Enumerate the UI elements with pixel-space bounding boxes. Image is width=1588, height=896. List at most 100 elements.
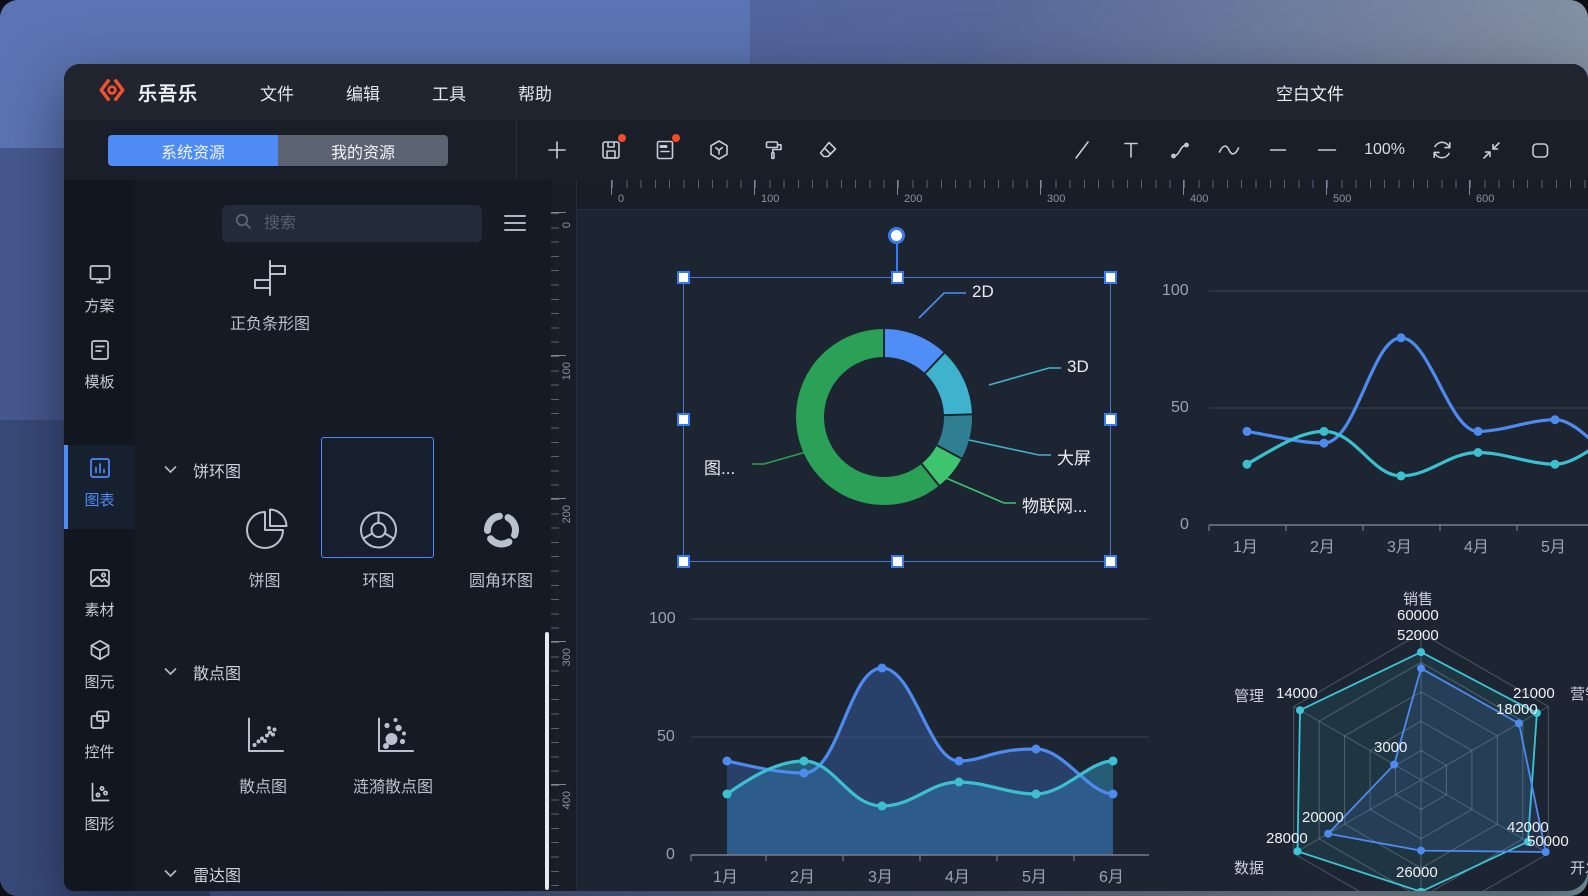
radar-axis-data: 数据	[1234, 857, 1264, 878]
monitor-icon	[88, 262, 112, 291]
menu-list: 文件 编辑 工具 帮助	[260, 80, 552, 105]
sidebar-item-template[interactable]: 模板	[64, 338, 135, 400]
eraser-button[interactable]	[815, 138, 839, 162]
toolbar-right: 100%	[1070, 120, 1552, 180]
sidebar-item-elements[interactable]: 图元	[64, 638, 135, 700]
frame-icon[interactable]	[1528, 138, 1552, 162]
line-tool-button[interactable]	[1266, 138, 1290, 162]
section-title: 雷达图	[193, 862, 241, 886]
chart-item-label: 涟漪散点图	[353, 773, 433, 797]
ruler-label: 300	[561, 648, 573, 666]
text-tool-button[interactable]	[1119, 138, 1143, 162]
sidebar-item-materials[interactable]: 素材	[64, 566, 135, 628]
radar-value: 28000	[1266, 830, 1308, 847]
x-tick: 3月	[868, 863, 893, 887]
list-view-icon[interactable]	[504, 214, 526, 232]
radar-value: 52000	[1397, 627, 1439, 644]
sidebar-item-plan[interactable]: 方案	[64, 262, 135, 324]
donut-label-2d: 2D	[972, 282, 994, 302]
menu-tools[interactable]: 工具	[432, 80, 466, 105]
donut-chart[interactable]: 2D 3D 大屏 物联网... 图...	[676, 270, 1116, 570]
resource-tabs: 系统资源 我的资源	[108, 135, 448, 166]
rail-label: 图元	[84, 671, 114, 692]
chart-item-donut[interactable]: 环图	[355, 506, 402, 591]
section-title: 散点图	[193, 660, 241, 684]
radar-value: 3000	[1374, 739, 1407, 756]
rail-label: 控件	[84, 741, 114, 762]
rail-label: 模板	[84, 371, 114, 392]
panel-scrollbar[interactable]	[545, 632, 549, 890]
radar-axis-marketing: 营销	[1570, 683, 1588, 704]
donut-label-tu: 图...	[704, 454, 735, 479]
rail-label: 素材	[84, 599, 114, 620]
y-tick: 100	[1162, 282, 1189, 300]
add-button[interactable]	[545, 138, 569, 162]
subheader: 系统资源 我的资源	[64, 120, 1588, 180]
save-notification-dot	[618, 134, 626, 142]
menubar: 乐吾乐 文件 编辑 工具 帮助 空白文件	[64, 64, 1588, 120]
scatter-axis-icon	[88, 780, 112, 809]
chart-item-rounded-donut[interactable]: 圆角环图	[469, 506, 533, 591]
x-tick: 5月	[1541, 533, 1566, 557]
chart-item-label: 饼图	[248, 567, 280, 591]
search-box	[222, 205, 482, 242]
chart-item-ripple-scatter[interactable]: 涟漪散点图	[353, 712, 433, 797]
sidebar-item-graphics[interactable]: 图形	[64, 780, 135, 842]
document-title: 空白文件	[1276, 80, 1344, 105]
search-input[interactable]	[262, 214, 452, 234]
rail-label: 图表	[84, 489, 114, 510]
fit-screen-icon[interactable]	[1479, 138, 1503, 162]
x-tick: 1月	[713, 863, 738, 887]
rotate-handle[interactable]	[888, 227, 905, 244]
toolbar-left	[516, 120, 839, 180]
menu-file[interactable]: 文件	[260, 80, 294, 105]
ruler-label: 200	[904, 193, 922, 205]
save-button[interactable]	[599, 138, 623, 162]
rail-label: 方案	[84, 295, 114, 316]
ruler-label: 400	[561, 791, 573, 809]
chart-item-scatter[interactable]: 散点图	[239, 712, 287, 797]
connector-tool-button[interactable]	[1168, 138, 1192, 162]
hexagon-tool-button[interactable]	[707, 138, 731, 162]
horizontal-ruler: 0 100 200 300 400 500 600 700	[551, 180, 1588, 210]
pen-line-button[interactable]	[1070, 138, 1094, 162]
template-icon	[88, 338, 112, 367]
donut-label-bigscreen: 大屏	[1057, 444, 1091, 469]
radar-value: 21000	[1513, 685, 1555, 702]
ruler-label: 600	[1476, 193, 1494, 205]
chart-item-pie[interactable]: 饼图	[241, 506, 288, 591]
chevron-down-icon	[164, 663, 177, 681]
area-chart[interactable]: 100 50 0 1月 2月 3月 4月 5月 6月	[649, 595, 1149, 891]
chart-item-label: 环图	[362, 567, 394, 591]
x-tick: 2月	[790, 863, 815, 887]
chart-item-posneg-bar[interactable]: 正负条形图	[230, 260, 310, 334]
line-chart[interactable]: 100 50 0 1月 2月 3月 4月 5月 6月	[1154, 265, 1588, 565]
y-tick: 0	[666, 846, 675, 864]
donut-label-3d: 3D	[1067, 357, 1089, 377]
radar-chart[interactable]: 销售 60000 52000 管理 14000 21000 营销 18000 3…	[1214, 580, 1588, 891]
section-pie-donut[interactable]: 饼环图	[164, 458, 241, 482]
tab-system-resources[interactable]: 系统资源	[108, 135, 278, 166]
x-tick: 1月	[1233, 533, 1258, 557]
section-radar[interactable]: 雷达图	[164, 862, 241, 886]
menu-help[interactable]: 帮助	[518, 80, 552, 105]
y-tick: 0	[1180, 516, 1189, 534]
zoom-level[interactable]: 100%	[1364, 141, 1405, 159]
file-panel-button[interactable]	[653, 138, 677, 162]
menu-edit[interactable]: 编辑	[346, 80, 380, 105]
tab-my-resources[interactable]: 我的资源	[278, 135, 448, 166]
chevron-down-icon	[164, 461, 177, 479]
sidebar-item-charts[interactable]: 图表	[64, 456, 135, 518]
brand-name: 乐吾乐	[138, 79, 198, 106]
refresh-icon[interactable]	[1430, 138, 1454, 162]
sidebar-item-controls[interactable]: 控件	[64, 708, 135, 770]
section-scatter[interactable]: 散点图	[164, 660, 241, 684]
dash-tool-button[interactable]	[1315, 138, 1339, 162]
curve-tool-button[interactable]	[1217, 138, 1241, 162]
paint-roller-button[interactable]	[761, 138, 785, 162]
editor-canvas[interactable]: 0 100 200 300 400 500 600 700 0 100 200 …	[551, 180, 1588, 891]
radar-axis-admin: 管理	[1234, 685, 1264, 706]
radar-value: 20000	[1302, 809, 1344, 826]
radar-axis-sales: 销售	[1403, 588, 1433, 609]
brand: 乐吾乐	[98, 76, 198, 109]
